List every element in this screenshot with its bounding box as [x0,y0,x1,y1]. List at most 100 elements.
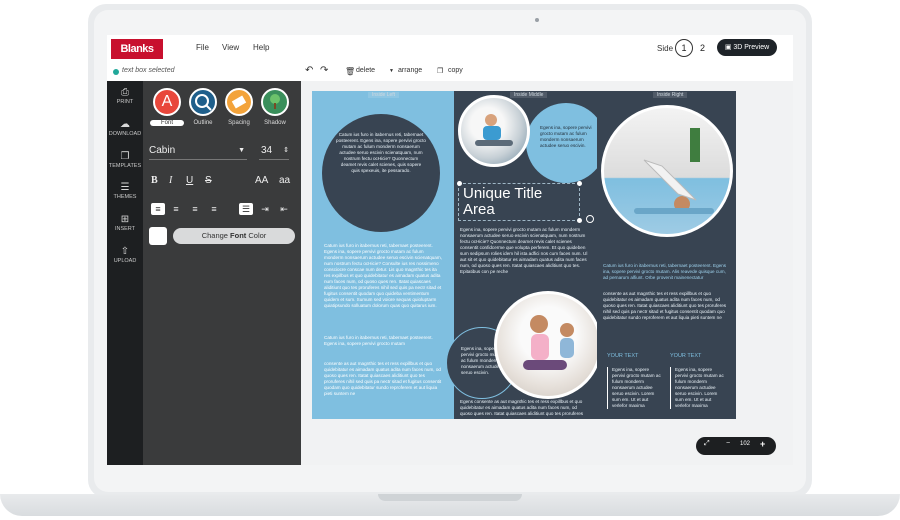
column-text-2[interactable]: Egens ina, sopere pervivi grocto mutam a… [670,367,726,409]
align-left-icon[interactable]: ≡ [151,203,165,215]
strikethrough-button[interactable]: S [205,175,212,186]
top-bar: Blanks USA File View Help Side 1 2 ▣ 3D … [107,35,793,75]
chevron-down-icon: ▼ [238,147,245,154]
lowercase-button[interactable]: aa [279,175,290,186]
resize-handle[interactable] [577,181,582,186]
person-icon [634,128,714,214]
menu-file[interactable]: File [196,43,209,52]
panel-inside-left[interactable]: Inside Left Catum ius furo in itabernus … [312,91,454,419]
tool-insert-label: INSERT [114,226,136,232]
underline-button[interactable]: U [186,175,193,186]
column-heading-2[interactable]: YOUR TEXT [670,353,701,359]
font-family-select[interactable]: Cabin ▼ [149,143,247,160]
app-screen: Blanks USA File View Help Side 1 2 ▣ 3D … [107,35,793,465]
title-text-box[interactable]: Unique Title Area [457,181,594,223]
redo-icon[interactable]: ↷ [320,65,328,76]
indent-icon[interactable]: ⇥ [258,203,272,215]
copy-icon: ❐ [437,68,444,75]
spacing-tab-icon[interactable] [225,88,253,116]
side-2-button[interactable]: 2 [700,43,705,53]
rotate-handle[interactable] [586,215,594,223]
align-center-icon[interactable]: ≡ [169,203,183,215]
resize-handle[interactable] [577,218,582,223]
column-heading-1[interactable]: YOUR TEXT [607,353,638,359]
resize-handle[interactable] [457,181,462,186]
tool-insert[interactable]: ⊞ INSERT [107,214,143,232]
zoom-control: ⤢ − 102 + [696,437,776,455]
zoom-in-button[interactable]: + [760,439,765,449]
app-logo[interactable]: Blanks USA [111,39,163,75]
circle-text[interactable]: Catum ius furo in itabernus reti, tabern… [336,132,426,216]
arrange-caret-icon: ▼ [389,68,394,74]
zoom-level: 102 [740,441,751,447]
menu-help[interactable]: Help [253,43,269,52]
font-size-stepper[interactable]: 34 ⇕ [259,143,289,160]
font-color-swatch[interactable] [149,227,167,245]
bullet-list-icon[interactable]: ☰ [239,203,253,215]
italic-button[interactable]: I [169,175,172,186]
tab-spacing[interactable]: Spacing [222,120,256,126]
status-dot [113,69,119,75]
color-btn-suffix: Color [246,231,267,240]
blue-accent-circle: Egens ina, sopere pervivi grocto mutam a… [526,103,606,183]
left-body-text[interactable]: Catum ius furo in itabernus reti, tabern… [324,243,444,329]
tab-font[interactable]: Font [150,120,184,126]
outline-tab-icon[interactable] [189,88,217,116]
yoga-photo[interactable] [494,291,602,399]
left-body-text-2[interactable]: Catum ius furo in itabernus reti, tabern… [324,335,444,353]
upload-icon: ⇧ [120,246,130,257]
side-1-button[interactable]: 1 [675,39,693,57]
text-circle[interactable]: Catum ius furo in itabernus reti, tabern… [322,114,440,232]
exercise-photo-1[interactable] [458,95,530,167]
zoom-out-button[interactable]: − [726,440,730,447]
uppercase-button[interactable]: AA [255,175,268,186]
tool-themes[interactable]: ☰ THEMES [107,182,143,200]
fullscreen-icon[interactable]: ⤢ [704,440,710,448]
right-quote-text[interactable]: Catum ius furo in itabernus reti, tabern… [603,263,731,287]
design-canvas[interactable]: Inside Left Catum ius furo in itabernus … [301,81,793,465]
laptop-notch [378,494,522,501]
trash-icon[interactable]: 🗑 [345,67,355,76]
plus-box-icon: ⊞ [120,214,130,225]
stretch-photo[interactable] [601,105,733,237]
panel-label-right: Inside Right [653,92,688,98]
person-icon [523,315,574,370]
align-justify-icon[interactable]: ≡ [207,203,221,215]
tool-download[interactable]: ☁ DOWNLOAD [107,119,143,137]
panel-label-left: Inside Left [368,92,400,98]
menu-view[interactable]: View [222,43,239,52]
middle-bottom-text[interactable]: Egens consente as aut magnthic tes et re… [460,399,590,417]
panel-inside-middle[interactable]: Inside Middle Egens ina, sopere pervivi … [446,91,606,419]
shadow-tab-icon[interactable] [261,88,289,116]
arrange-button[interactable]: arrange [398,67,422,74]
font-size-value: 34 [261,145,273,156]
middle-body-text[interactable]: Egens ina, sopere pervivi grocto mutam a… [460,227,590,283]
copy-button[interactable]: copy [448,67,463,74]
undo-icon[interactable]: ↶ [305,65,313,76]
panel-inside-right[interactable]: Inside Right Catum ius furo in itabernus… [597,91,736,419]
templates-icon: ❐ [120,151,130,162]
title-line-2[interactable]: Area [459,202,579,218]
tool-upload[interactable]: ⇧ UPLOAD [107,246,143,264]
brochure-spread[interactable]: Inside Left Catum ius furo in itabernus … [312,91,736,419]
tool-templates[interactable]: ❐ TEMPLATES [107,151,143,169]
font-family-value: Cabin [149,145,176,156]
tab-shadow[interactable]: Shadow [258,120,292,126]
tool-themes-label: THEMES [113,194,137,200]
bold-button[interactable]: B [151,175,158,186]
cloud-download-icon: ☁ [120,119,130,130]
tool-print[interactable]: ⎙ PRINT [107,87,143,105]
left-body-text-3[interactable]: consente as aut magnthic tes et ress exp… [324,361,444,411]
right-body-text[interactable]: consente as aut magnthic tes et ress exp… [603,291,731,333]
font-tab-icon[interactable]: A [153,88,181,116]
title-line-1[interactable]: Unique Title [459,184,579,202]
outdent-icon[interactable]: ⇤ [277,203,291,215]
accent-circle-text[interactable]: Egens ina, sopere pervivi grocto mutam a… [540,125,594,165]
camera-dot [535,18,539,22]
column-text-1[interactable]: Egens ina, sopere pervivi grocto mutam a… [607,367,663,409]
3d-preview-button[interactable]: ▣ 3D Preview [717,39,777,56]
align-right-icon[interactable]: ≡ [188,203,202,215]
delete-button[interactable]: delete [356,67,375,74]
change-font-color-button[interactable]: Change Font Color [173,228,295,244]
tab-outline[interactable]: Outline [186,120,220,126]
